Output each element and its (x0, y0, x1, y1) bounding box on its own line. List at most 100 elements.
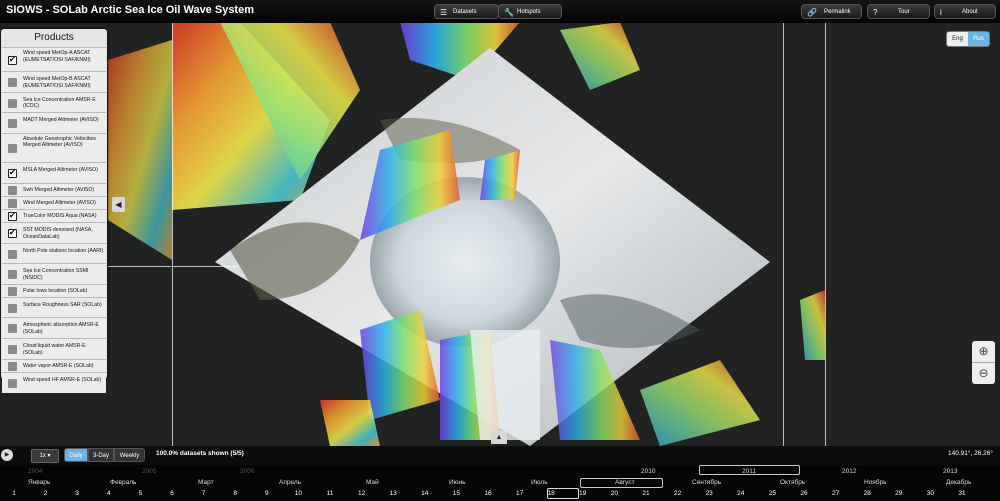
timeline-day[interactable]: 19 (579, 490, 586, 497)
timeline-day[interactable]: 20 (611, 490, 618, 497)
hotspots-button[interactable]: 🔧 Hotspots (498, 4, 562, 19)
about-button[interactable]: i About (934, 4, 996, 19)
product-checkbox[interactable] (8, 249, 17, 259)
timeline-day[interactable]: 8 (233, 490, 237, 497)
timeline-year[interactable]: 2011 (742, 468, 756, 475)
product-item[interactable]: Wind speed HF AMSR-E (SOLab) (2, 372, 106, 393)
timeline-day[interactable]: 24 (737, 490, 744, 497)
product-item[interactable]: Cloud liquid water AMSR-E (SOLab) (2, 338, 106, 359)
product-item[interactable]: Wind speed MetOp-A ASCAT (EUMETSAT/OSI S… (2, 47, 106, 71)
product-checkbox[interactable] (8, 98, 17, 108)
timeline-day[interactable]: 18 (548, 490, 555, 497)
timeline-day[interactable]: 10 (295, 490, 302, 497)
timeline-month[interactable]: Июнь (449, 479, 466, 486)
product-checkbox[interactable] (8, 186, 17, 195)
product-item[interactable]: SST MODIS denoised (NASA, OceanDataLab) (2, 222, 106, 243)
product-checkbox[interactable] (8, 199, 17, 208)
product-checkbox[interactable] (8, 379, 17, 388)
product-checkbox[interactable] (8, 55, 17, 65)
product-checkbox[interactable] (8, 303, 17, 313)
product-checkbox[interactable] (8, 270, 17, 279)
map-viewport[interactable] (0, 0, 1000, 446)
product-item[interactable]: Atmospheric absorption AMSR-E (SOLab) (2, 317, 106, 338)
timeline-day[interactable]: 4 (107, 490, 111, 497)
product-item[interactable]: MSLA Merged Altimeter (AVISO) (2, 162, 106, 183)
product-checkbox[interactable] (8, 345, 17, 354)
timeline-day[interactable]: 7 (202, 490, 206, 497)
mode-daily-button[interactable]: Daily (64, 448, 88, 462)
timeline-year[interactable]: 2005 (142, 468, 156, 475)
timeline-day[interactable]: 14 (421, 490, 428, 497)
product-item[interactable]: North Pole stations location (AARI) (2, 243, 106, 263)
timeline-month[interactable]: Июль (531, 479, 548, 486)
product-checkbox[interactable] (8, 211, 17, 221)
timeline-month[interactable]: Ноябрь (864, 479, 887, 486)
mode-3day-button[interactable]: 3-Day (88, 448, 114, 462)
timeline-day[interactable]: 6 (170, 490, 174, 497)
timeline-day[interactable]: 27 (832, 490, 839, 497)
timeline-month[interactable]: Октябрь (780, 479, 805, 486)
timeline-year[interactable]: 2013 (943, 468, 957, 475)
tour-button[interactable]: ? Tour (867, 4, 930, 19)
timeline-year[interactable]: 2006 (240, 468, 254, 475)
timeline-day[interactable]: 22 (674, 490, 681, 497)
timeline-day[interactable]: 2 (44, 490, 48, 497)
datasets-button[interactable]: ☰ Datasets (434, 4, 499, 19)
timeline-day[interactable]: 9 (265, 490, 269, 497)
product-checkbox[interactable] (8, 362, 17, 371)
product-item[interactable]: Polar lows location (SOLab) (2, 284, 106, 297)
product-item[interactable]: Surface Roughness SAR (SOLab) (2, 297, 106, 317)
timeline-day[interactable]: 23 (706, 490, 713, 497)
expand-timeline-button[interactable]: ▲ (491, 431, 507, 444)
language-rus-button[interactable]: Rus (968, 32, 989, 46)
product-item[interactable]: Sea Ice Concentration AMSR-E (ICDC) (2, 92, 106, 112)
timeline-day[interactable]: 31 (958, 490, 965, 497)
product-item[interactable]: Water vapor AMSR-E (SOLab) (2, 359, 106, 372)
timeline-day[interactable]: 12 (358, 490, 365, 497)
product-checkbox[interactable] (8, 144, 17, 153)
timeline-day[interactable]: 28 (864, 490, 871, 497)
timeline-day[interactable]: 5 (139, 490, 143, 497)
product-checkbox[interactable] (8, 168, 17, 178)
product-checkbox[interactable] (8, 119, 17, 128)
timeline-day[interactable]: 26 (800, 490, 807, 497)
timeline-day[interactable]: 11 (327, 490, 334, 497)
timeline-month[interactable]: Декабрь (946, 479, 971, 486)
timeline-day[interactable]: 30 (927, 490, 934, 497)
product-item[interactable]: Wind Merged Altimeter (AVISO) (2, 196, 106, 209)
timeline-day[interactable]: 21 (642, 490, 649, 497)
timeline-day[interactable]: 1 (12, 490, 16, 497)
mode-weekly-button[interactable]: Weekly (114, 448, 145, 462)
timeline-day[interactable]: 16 (484, 490, 491, 497)
timeline-day[interactable]: 25 (769, 490, 776, 497)
timeline-year[interactable]: 2010 (641, 468, 655, 475)
product-checkbox[interactable] (8, 324, 17, 333)
timeline-month[interactable]: Апрель (279, 479, 301, 486)
timeline-month[interactable]: Февраль (110, 479, 136, 486)
timeline-month[interactable]: Сентябрь (692, 479, 721, 486)
zoom-in-button[interactable]: ⊕ (972, 341, 995, 363)
product-item[interactable]: TrueColor MODIS Aqua (NASA) (2, 209, 106, 222)
timeline-day[interactable]: 17 (516, 490, 523, 497)
timeline-month[interactable]: Май (366, 479, 379, 486)
language-eng-button[interactable]: Eng (947, 32, 968, 46)
timeline-day[interactable]: 29 (895, 490, 902, 497)
timeline-month[interactable]: Август (615, 479, 635, 486)
product-item[interactable]: Wind speed MetOp-B ASCAT (EUMETSAT/OSI S… (2, 71, 106, 92)
product-checkbox[interactable] (8, 287, 17, 296)
product-checkbox[interactable] (8, 228, 17, 238)
product-item[interactable]: Absolute Geostrophic Velocities Merged A… (2, 133, 106, 162)
product-item[interactable]: Sea Ice Concentration SSMI (NSIDC) (2, 263, 106, 284)
timeline-year[interactable]: 2004 (28, 468, 42, 475)
timeline-month[interactable]: Март (198, 479, 214, 486)
timeline-month[interactable]: Январь (28, 479, 50, 486)
timeline-day[interactable]: 3 (75, 490, 79, 497)
timeline-day[interactable]: 13 (390, 490, 397, 497)
speed-select[interactable]: 1x ▾ (31, 449, 59, 463)
product-item[interactable]: Swh Merged Altimeter (AVISO) (2, 183, 106, 196)
product-item[interactable]: MADT Merged Altimeter (AVISO) (2, 112, 106, 133)
permalink-button[interactable]: 🔗 Permalink (801, 4, 862, 19)
zoom-out-button[interactable]: ⊖ (972, 363, 995, 384)
timeline-day[interactable]: 15 (453, 490, 460, 497)
play-button[interactable]: ▶ (1, 449, 13, 461)
